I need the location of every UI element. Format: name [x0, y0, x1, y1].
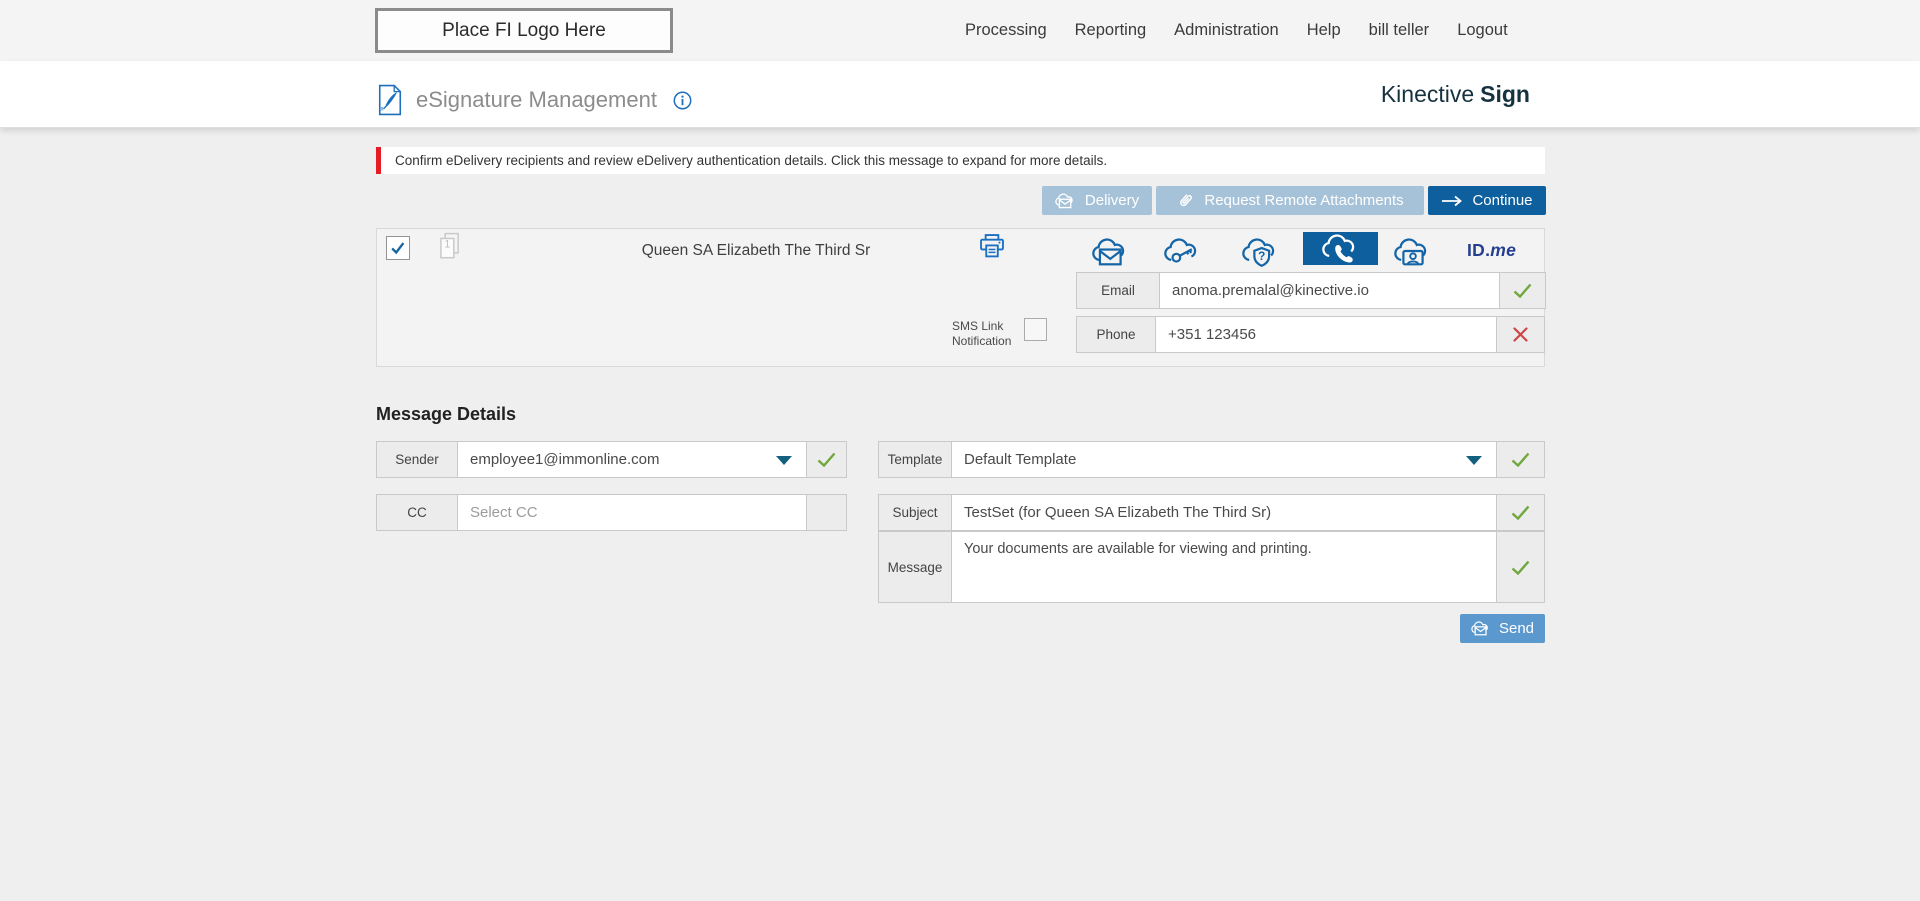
phone-input[interactable]: [1155, 317, 1497, 352]
cloud-envelope-icon: [1471, 620, 1491, 637]
message-label: Message: [879, 532, 951, 602]
method-cloud-access-key-icon[interactable]: [1163, 237, 1203, 268]
method-cloud-phone-selected[interactable]: [1303, 232, 1378, 265]
cc-field-group: CC: [376, 494, 847, 531]
message-textarea[interactable]: Your documents are available for viewing…: [951, 532, 1497, 602]
message-valid-check-icon: [1497, 532, 1544, 602]
svg-text:?: ?: [1258, 249, 1265, 263]
document-count-icon[interactable]: 1: [437, 232, 461, 262]
method-cloud-email-icon[interactable]: [1091, 237, 1131, 268]
template-value: Default Template: [964, 451, 1076, 468]
email-input[interactable]: [1159, 273, 1500, 308]
page-header: x eSignature Management Kinective Sign: [0, 61, 1920, 128]
info-icon[interactable]: [673, 91, 692, 110]
page-title: eSignature Management: [416, 87, 657, 113]
template-label: Template: [879, 442, 951, 477]
alert-text: Confirm eDelivery recipients and review …: [395, 153, 1107, 168]
nav-help[interactable]: Help: [1307, 21, 1341, 40]
topbar: Place FI Logo Here Processing Reporting …: [0, 0, 1920, 61]
recipient-checkbox[interactable]: [386, 236, 410, 260]
check-icon: [389, 239, 407, 257]
fi-logo-text: Place FI Logo Here: [442, 20, 606, 42]
template-valid-check-icon: [1497, 442, 1544, 477]
subject-label: Subject: [879, 495, 951, 530]
delivery-button[interactable]: Delivery: [1042, 186, 1152, 215]
chevron-down-icon: [776, 456, 792, 465]
method-cloud-remote-id-icon[interactable]: [1393, 237, 1433, 268]
continue-button-label: Continue: [1472, 192, 1532, 209]
delivery-button-label: Delivery: [1085, 192, 1139, 209]
email-valid-check-icon: [1500, 273, 1545, 308]
message-details-heading: Message Details: [376, 404, 516, 425]
template-field-group: Template Default Template: [878, 441, 1545, 478]
idme-logo-italic: me: [1490, 240, 1516, 260]
sms-link-notification-label: SMS Link Notification: [952, 319, 1018, 349]
template-select[interactable]: Default Template: [951, 442, 1497, 477]
method-idme-button[interactable]: ID.me: [1467, 240, 1516, 261]
brand-product: Sign: [1480, 81, 1530, 108]
sender-select[interactable]: employee1@immonline.com: [457, 442, 807, 477]
nav-reporting[interactable]: Reporting: [1075, 21, 1147, 40]
subject-field-group: Subject: [878, 494, 1545, 531]
send-button[interactable]: Send: [1460, 614, 1545, 643]
request-remote-attachments-button[interactable]: Request Remote Attachments: [1156, 186, 1424, 215]
sender-value: employee1@immonline.com: [470, 451, 659, 468]
cc-input[interactable]: [457, 495, 807, 530]
sender-label: Sender: [377, 442, 457, 477]
subject-valid-check-icon: [1497, 495, 1544, 530]
sender-valid-check-icon: [807, 442, 846, 477]
nav-username[interactable]: bill teller: [1369, 21, 1430, 40]
send-button-label: Send: [1499, 620, 1534, 637]
cloud-envelope-icon: [1055, 192, 1076, 210]
sender-field-group: Sender employee1@immonline.com: [376, 441, 847, 478]
phone-field-group: Phone: [1076, 316, 1545, 353]
message-field-group: Message Your documents are available for…: [878, 531, 1545, 603]
content-area: Confirm eDelivery recipients and review …: [0, 128, 1920, 901]
paperclip-icon: [1176, 191, 1195, 210]
idme-logo-bold: ID.: [1467, 240, 1490, 260]
cc-label: CC: [377, 495, 457, 530]
request-remote-attachments-label: Request Remote Attachments: [1204, 192, 1403, 209]
nav-logout[interactable]: Logout: [1457, 21, 1507, 40]
fi-logo-placeholder: Place FI Logo Here: [375, 8, 673, 53]
brand-logo: Kinective Sign: [1381, 61, 1530, 127]
edelivery-alert-message[interactable]: Confirm eDelivery recipients and review …: [376, 147, 1545, 174]
phone-label: Phone: [1077, 317, 1155, 352]
cc-status-empty: [807, 495, 846, 530]
phone-invalid-x-icon: [1497, 317, 1544, 352]
printer-icon[interactable]: [977, 231, 1007, 261]
nav-processing[interactable]: Processing: [965, 21, 1047, 40]
recipient-name: Queen SA Elizabeth The Third Sr: [596, 242, 916, 260]
top-navigation: Processing Reporting Administration Help…: [965, 0, 1508, 61]
recipient-card: 1 Queen SA Elizabeth The Third Sr: [376, 228, 1545, 367]
nav-administration[interactable]: Administration: [1174, 21, 1279, 40]
page-header-left: x eSignature Management: [376, 61, 692, 133]
method-cloud-security-question-icon[interactable]: ?: [1241, 237, 1281, 268]
subject-input[interactable]: [951, 495, 1497, 530]
email-field-group: Email: [1076, 272, 1546, 309]
svg-text:1: 1: [444, 239, 450, 251]
brand-name: Kinective: [1381, 81, 1474, 108]
svg-text:x: x: [380, 107, 383, 113]
continue-button[interactable]: Continue: [1428, 186, 1546, 215]
arrow-right-icon: [1441, 195, 1463, 207]
esignature-management-page: Place FI Logo Here Processing Reporting …: [0, 0, 1920, 901]
email-label: Email: [1077, 273, 1159, 308]
sms-link-notification-checkbox[interactable]: [1024, 318, 1047, 341]
cloud-phone-icon: [1321, 233, 1361, 264]
document-signature-icon: x: [376, 84, 404, 116]
chevron-down-icon: [1466, 456, 1482, 465]
